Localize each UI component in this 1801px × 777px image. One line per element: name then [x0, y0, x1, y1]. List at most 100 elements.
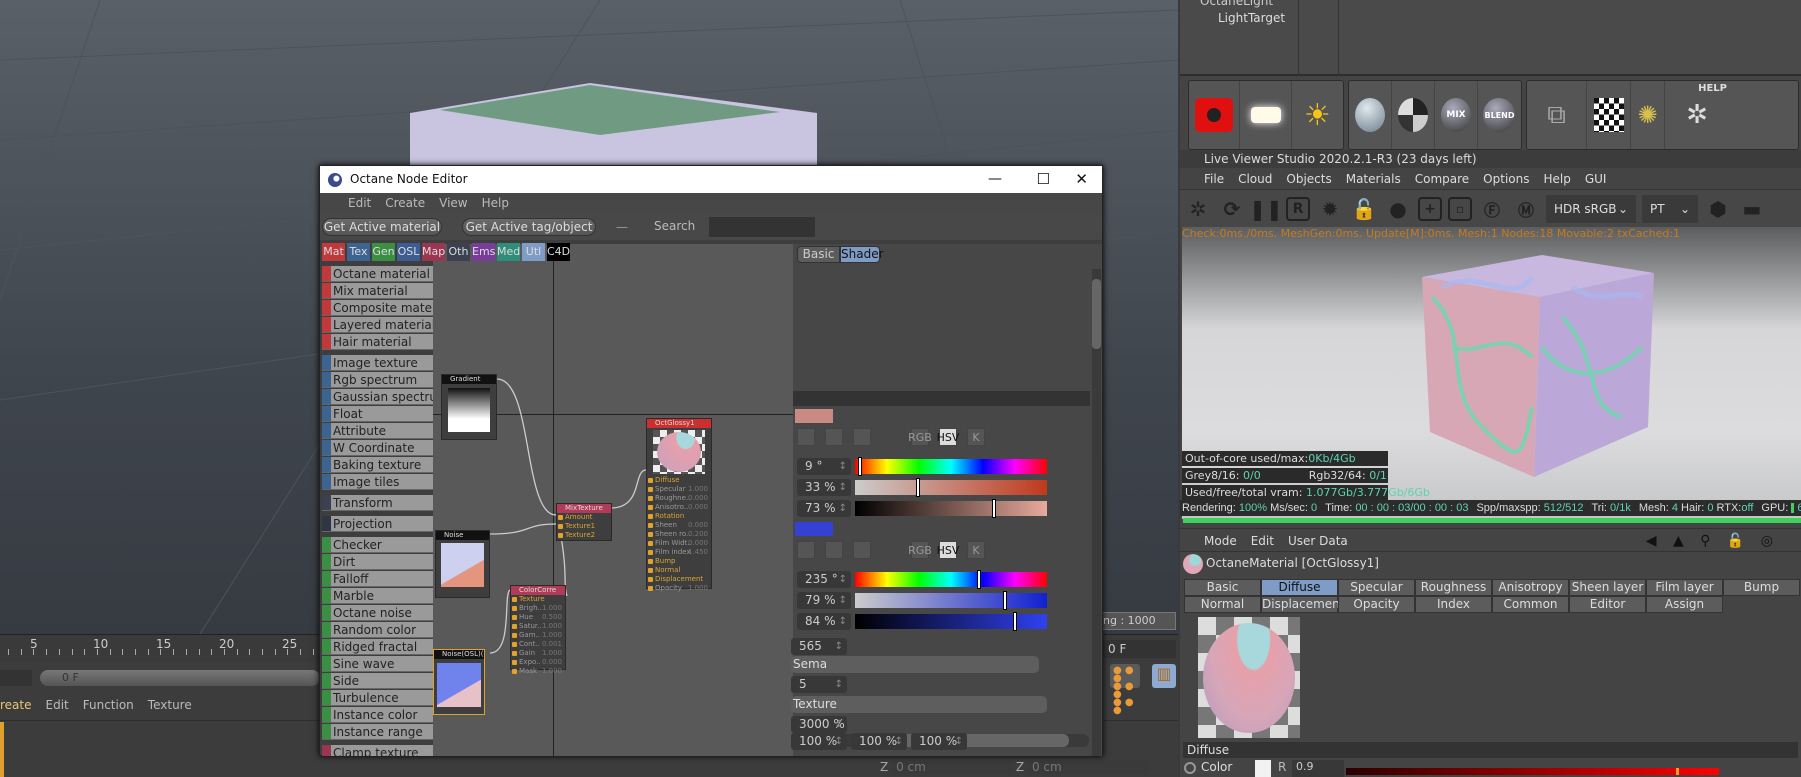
node-port[interactable]: Diffuse: [647, 476, 711, 485]
port-connector[interactable]: [648, 514, 653, 519]
port-connector[interactable]: [648, 532, 653, 537]
gradient-icon[interactable]: [825, 541, 843, 559]
mode-k-button[interactable]: K: [967, 428, 985, 446]
node-port[interactable]: Film index 1.450: [647, 548, 711, 557]
hsv-s-slider[interactable]: [855, 478, 1047, 497]
node-port[interactable]: Rotation: [647, 512, 711, 521]
hexagon-icon[interactable]: ⬢: [1704, 195, 1732, 223]
menu-cloud[interactable]: Cloud: [1238, 172, 1272, 186]
slider-handle[interactable]: [915, 478, 920, 497]
port-connector[interactable]: [512, 642, 517, 647]
port-connector[interactable]: [558, 515, 563, 520]
mode-rgb-button[interactable]: RGB: [908, 428, 932, 446]
hsv-s-slider[interactable]: [855, 591, 1047, 610]
image-icon[interactable]: [853, 428, 871, 446]
hsv-h-field[interactable]: 235 °: [797, 571, 851, 588]
node-port[interactable]: Texture: [511, 595, 565, 604]
menu-mode[interactable]: Mode: [1204, 534, 1237, 548]
noise-osl-node[interactable]: Noise(OSL)(S): [433, 649, 485, 715]
port-connector[interactable]: [648, 523, 653, 528]
specular-material-icon[interactable]: [1392, 81, 1435, 149]
port-connector[interactable]: [648, 586, 653, 591]
tab-specular[interactable]: Specular: [1338, 579, 1415, 596]
node-list-item[interactable]: Falloff: [322, 571, 433, 587]
color-swatch[interactable]: [795, 409, 833, 423]
octane-logo-icon[interactable]: ✲: [1184, 195, 1212, 223]
gradient-icon[interactable]: [825, 428, 843, 446]
node-list-item[interactable]: Hair material: [322, 334, 433, 350]
tab-index[interactable]: Index: [1415, 596, 1492, 613]
menu-compare[interactable]: Compare: [1415, 172, 1469, 186]
hsv-s-field[interactable]: 79 %: [797, 592, 851, 609]
node-list-item[interactable]: Mix material: [322, 283, 433, 299]
port-connector[interactable]: [648, 496, 653, 501]
oct-glossy-node[interactable]: OctGlossy1 Diffuse Specular 1.000 Roughne..…: [646, 418, 712, 592]
node-list-item[interactable]: Octane noise: [322, 605, 433, 621]
menu-edit[interactable]: Edit: [1251, 534, 1274, 548]
hsv-v-field[interactable]: 84 %: [797, 613, 851, 630]
image-icon[interactable]: [853, 541, 871, 559]
tab-assign[interactable]: Assign: [1646, 596, 1723, 613]
port-connector[interactable]: [648, 568, 653, 573]
tab-anisotropy[interactable]: Anisotropy: [1492, 579, 1569, 596]
category-tab-utl[interactable]: Utl: [522, 243, 545, 261]
color-swatch[interactable]: [1255, 760, 1271, 777]
node-list-item[interactable]: Baking texture: [322, 457, 433, 473]
glossy-material-icon[interactable]: [1349, 81, 1392, 149]
color-wheel-icon[interactable]: [797, 428, 815, 446]
texture-button[interactable]: Texture: [791, 696, 1047, 713]
sun-icon[interactable]: ☀: [1292, 81, 1343, 149]
port-connector[interactable]: [648, 478, 653, 483]
category-tab-ems[interactable]: Ems: [472, 243, 495, 261]
menu-edit[interactable]: Edit: [46, 698, 69, 712]
port-connector[interactable]: [512, 606, 517, 611]
menu-materials[interactable]: Materials: [1346, 172, 1401, 186]
node-port[interactable]: Amount: [557, 513, 611, 522]
node-port[interactable]: Roughne.. 0.000: [647, 494, 711, 503]
node-list-item[interactable]: W Coordinate: [322, 440, 433, 456]
noise-node[interactable]: Noise: [435, 530, 490, 598]
lock-icon[interactable]: 🔓: [1350, 195, 1378, 223]
render-view[interactable]: Check:0ms./0ms. MeshGen:0ms. Update[M]:0…: [1182, 227, 1801, 519]
number-field[interactable]: 565: [791, 638, 847, 655]
film-region-icon[interactable]: ▫: [1448, 196, 1472, 221]
add-region-icon[interactable]: +: [1418, 196, 1442, 221]
object-item[interactable]: OctaneLight: [1200, 0, 1273, 8]
area-light-icon[interactable]: [1240, 81, 1292, 149]
node-port[interactable]: Cont.. 0.001: [511, 640, 565, 649]
hsv-v-slider[interactable]: [855, 612, 1047, 631]
menu-file[interactable]: File: [1204, 172, 1224, 186]
port-connector[interactable]: [512, 651, 517, 656]
port-connector[interactable]: [512, 597, 517, 602]
category-tab-tex[interactable]: Tex: [347, 243, 370, 261]
light-burst-icon[interactable]: ✺: [1631, 81, 1665, 149]
region-icon[interactable]: R: [1286, 196, 1310, 221]
port-connector[interactable]: [512, 669, 517, 674]
color-mode-select[interactable]: HDR sRGB ⌄: [1546, 194, 1636, 223]
percent-field[interactable]: 100 %: [851, 733, 907, 750]
rect-icon[interactable]: ▬: [1738, 195, 1766, 223]
node-port[interactable]: Film Widt.. 0.000: [647, 539, 711, 548]
port-connector[interactable]: [648, 559, 653, 564]
hsv-s-field[interactable]: 33 %: [797, 479, 851, 496]
nav-tools-icons[interactable]: ◀ ▲ ⚲ 🔓 ◎: [1646, 529, 1779, 553]
tab-bump[interactable]: Bump: [1723, 579, 1800, 596]
node-list-item[interactable]: Random color: [322, 622, 433, 638]
material-ball-icon[interactable]: ●: [1384, 195, 1412, 223]
menu-edit[interactable]: Edit: [348, 196, 371, 210]
category-tab-med[interactable]: Med: [497, 243, 520, 261]
menu-user-data[interactable]: User Data: [1288, 534, 1348, 548]
tab-normal[interactable]: Normal: [1184, 596, 1261, 613]
close-button[interactable]: ✕: [1075, 166, 1088, 193]
node-port[interactable]: Sheen ro.. 0.200: [647, 530, 711, 539]
tab-roughness[interactable]: Roughness: [1415, 579, 1492, 596]
color-radio[interactable]: [1184, 762, 1196, 774]
menu-texture[interactable]: Texture: [148, 698, 192, 712]
color-correct-node[interactable]: ColorCorre Texture Brigh.. 1.000 Hue 0.500 Sa…: [510, 585, 566, 675]
focus-pin-icon[interactable]: Ⓕ: [1478, 195, 1506, 223]
node-port[interactable]: Texture2: [557, 531, 611, 540]
node-list-item[interactable]: Side: [322, 673, 433, 689]
settings-gear-icon[interactable]: ✹: [1316, 195, 1344, 223]
tab-diffuse[interactable]: Diffuse: [1261, 579, 1338, 596]
tab-basic[interactable]: Basic: [797, 246, 840, 263]
